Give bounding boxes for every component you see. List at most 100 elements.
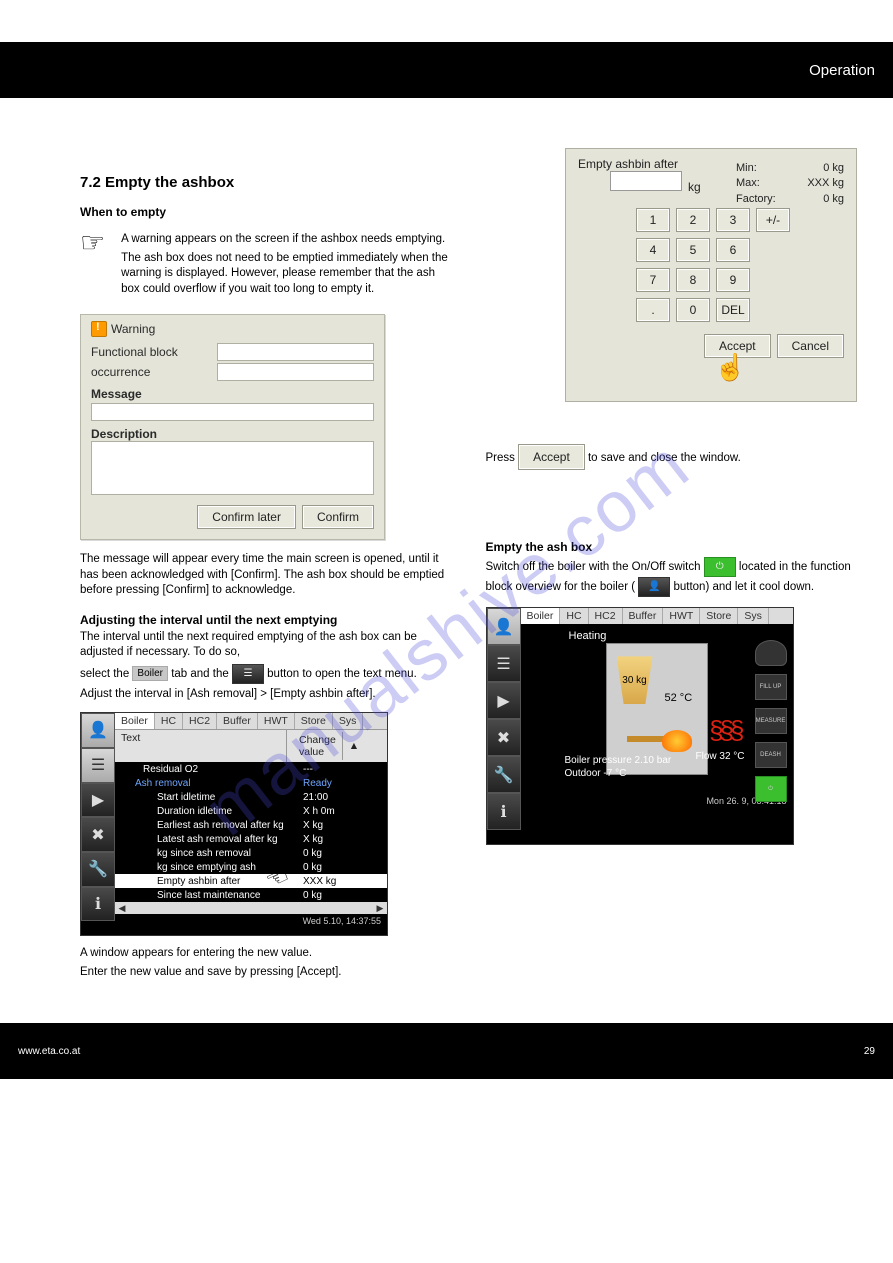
under-touch2: Enter the new value and save by pressing… bbox=[80, 965, 452, 981]
tab-hc2[interactable]: HC2 bbox=[183, 713, 217, 729]
sub-title-empty: Empty the ash box bbox=[486, 540, 858, 554]
key-3[interactable]: 3 bbox=[716, 208, 750, 232]
table-row[interactable]: kg since ash removal0 kg bbox=[115, 846, 387, 860]
table-row[interactable]: Empty ashbin afterXXX kg bbox=[115, 874, 387, 888]
side-delete-icon[interactable]: ✖ bbox=[487, 719, 521, 756]
boiler-tab-chip[interactable]: Boiler bbox=[132, 666, 168, 682]
table-row[interactable]: Duration idletimeX h 0m bbox=[115, 804, 387, 818]
right-buttons: FILL UP MEASURE DEASH ⏻ bbox=[755, 640, 787, 802]
key-9[interactable]: 9 bbox=[716, 268, 750, 292]
keypad-dialog: Empty ashbin after Min:0 kg Max:XXX kg F… bbox=[565, 148, 857, 402]
key-1[interactable]: 1 bbox=[636, 208, 670, 232]
key-4[interactable]: 4 bbox=[636, 238, 670, 262]
section-title: 7.2 Empty the ashbox bbox=[80, 174, 452, 191]
boiler-visual-screen: 👤 ☰ ▶ ✖ 🔧 ℹ Boiler HC HC2 Buffer HWT Sto… bbox=[486, 607, 794, 845]
side-delete-icon[interactable]: ✖ bbox=[81, 817, 115, 852]
tab-sys[interactable]: Sys bbox=[738, 608, 769, 624]
tab-boiler[interactable]: Boiler bbox=[521, 608, 561, 624]
tab-store[interactable]: Store bbox=[700, 608, 738, 624]
hopper-label: 30 kg bbox=[617, 656, 653, 704]
sort-up-icon[interactable]: ▲ bbox=[343, 738, 381, 754]
deash-button[interactable]: DEASH bbox=[755, 742, 787, 768]
side-play-icon[interactable]: ▶ bbox=[81, 783, 115, 818]
table-row[interactable]: Start idletime21:00 bbox=[115, 790, 387, 804]
keypad-cancel-button[interactable]: Cancel bbox=[777, 334, 844, 358]
table-row[interactable]: Since last maintenance0 kg bbox=[115, 888, 387, 902]
tab-hwt[interactable]: HWT bbox=[258, 713, 295, 729]
functional-block-field[interactable] bbox=[217, 343, 374, 361]
user-icon[interactable]: 👤 bbox=[638, 577, 670, 597]
after-keypad-p1: Press Accept to save and close the windo… bbox=[486, 444, 858, 470]
side-wrench-icon[interactable]: 🔧 bbox=[81, 852, 115, 887]
flow-temp: Flow 32 °C bbox=[695, 751, 744, 762]
confirm-button[interactable]: Confirm bbox=[302, 505, 374, 529]
tab-hc[interactable]: HC bbox=[560, 608, 588, 624]
keypad-input[interactable] bbox=[610, 171, 682, 191]
col-text: Text bbox=[115, 730, 287, 762]
after-dialog-text: The message will appear every time the m… bbox=[80, 552, 452, 599]
key-del[interactable]: DEL bbox=[716, 298, 750, 322]
tab-hc2[interactable]: HC2 bbox=[589, 608, 623, 624]
key-6[interactable]: 6 bbox=[716, 238, 750, 262]
side-info-icon[interactable]: ℹ bbox=[487, 793, 521, 830]
onoff-icon[interactable]: ⏻ bbox=[704, 557, 736, 577]
sub-title-interval: Adjusting the interval until the next em… bbox=[80, 613, 452, 627]
accept-inline-button[interactable]: Accept bbox=[518, 444, 585, 470]
tab-store[interactable]: Store bbox=[295, 713, 333, 729]
side-play-icon[interactable]: ▶ bbox=[487, 682, 521, 719]
key-8[interactable]: 8 bbox=[676, 268, 710, 292]
right-column: Empty ashbin after Min:0 kg Max:XXX kg F… bbox=[486, 148, 858, 983]
side-info-icon[interactable]: ℹ bbox=[81, 887, 115, 922]
sub-title-when: When to empty bbox=[80, 205, 452, 219]
horizontal-scrollbar[interactable] bbox=[115, 902, 387, 914]
message-field[interactable] bbox=[91, 403, 374, 421]
note-row: ☞ A warning appears on the screen if the… bbox=[80, 229, 452, 300]
interval-p3: Adjust the interval in [Ash removal] > [… bbox=[80, 687, 452, 703]
side-tree-icon[interactable]: ☰ bbox=[81, 748, 115, 783]
measure-button[interactable]: MEASURE bbox=[755, 708, 787, 734]
table-row[interactable]: Earliest ash removal after kgX kg bbox=[115, 818, 387, 832]
table-row[interactable]: Ash removalReady bbox=[115, 776, 387, 790]
key-5[interactable]: 5 bbox=[676, 238, 710, 262]
bvis-tabs: Boiler HC HC2 Buffer HWT Store Sys bbox=[521, 608, 793, 624]
table-row[interactable]: Residual O2--- bbox=[115, 762, 387, 776]
left-column: 7.2 Empty the ashbox When to empty ☞ A w… bbox=[80, 148, 452, 983]
side-tree-icon[interactable]: ☰ bbox=[487, 645, 521, 682]
key-[interactable]: . bbox=[636, 298, 670, 322]
boiler-status: Heating bbox=[569, 630, 607, 642]
tab-sys[interactable]: Sys bbox=[333, 713, 364, 729]
label-message: Message bbox=[91, 387, 374, 401]
key-7[interactable]: 7 bbox=[636, 268, 670, 292]
tab-boiler[interactable]: Boiler bbox=[115, 713, 155, 729]
key-0[interactable]: 0 bbox=[676, 298, 710, 322]
side-user-icon[interactable]: 👤 bbox=[81, 713, 115, 748]
textmenu-icon[interactable]: ☰ bbox=[232, 664, 264, 684]
description-field[interactable] bbox=[91, 441, 374, 495]
touch-list-screen: 👤 ☰ ▶ ✖ 🔧 ℹ Boiler HC HC2 Buffer HWT Sto… bbox=[80, 712, 388, 936]
fillup-button[interactable]: FILL UP bbox=[755, 674, 787, 700]
tab-buffer[interactable]: Buffer bbox=[623, 608, 664, 624]
occurrence-field[interactable] bbox=[217, 363, 374, 381]
power-button[interactable]: ⏻ bbox=[755, 776, 787, 802]
touch-sidebar: 👤 ☰ ▶ ✖ 🔧 ℹ bbox=[81, 713, 115, 921]
tab-hc[interactable]: HC bbox=[155, 713, 183, 729]
tab-hwt[interactable]: HWT bbox=[663, 608, 700, 624]
label-occurrence: occurrence bbox=[91, 365, 211, 379]
boiler-info: Boiler pressure 2.10 bar Outdoor -7 °C bbox=[565, 754, 672, 780]
side-wrench-icon[interactable]: 🔧 bbox=[487, 756, 521, 793]
key-2[interactable]: 2 bbox=[676, 208, 710, 232]
label-functional-block: Functional block bbox=[91, 345, 211, 359]
table-row[interactable]: Latest ash removal after kgX kg bbox=[115, 832, 387, 846]
side-user-icon[interactable]: 👤 bbox=[487, 608, 521, 645]
tab-buffer[interactable]: Buffer bbox=[217, 713, 258, 729]
label-description: Description bbox=[91, 427, 374, 441]
key-[interactable]: +/- bbox=[756, 208, 790, 232]
confirm-later-button[interactable]: Confirm later bbox=[197, 505, 296, 529]
header-title: Operation bbox=[809, 62, 875, 79]
touch-tabs: Boiler HC HC2 Buffer HWT Store Sys bbox=[115, 713, 387, 729]
note-p1: A warning appears on the screen if the a… bbox=[121, 232, 451, 248]
boiler-canvas: Heating 30 kg 52 °C §§§ Flow 32 °C Boile… bbox=[521, 624, 793, 794]
clock-icon[interactable] bbox=[755, 640, 787, 666]
table-row[interactable]: kg since emptying ash0 kg bbox=[115, 860, 387, 874]
footer-right: 29 bbox=[864, 1046, 875, 1057]
